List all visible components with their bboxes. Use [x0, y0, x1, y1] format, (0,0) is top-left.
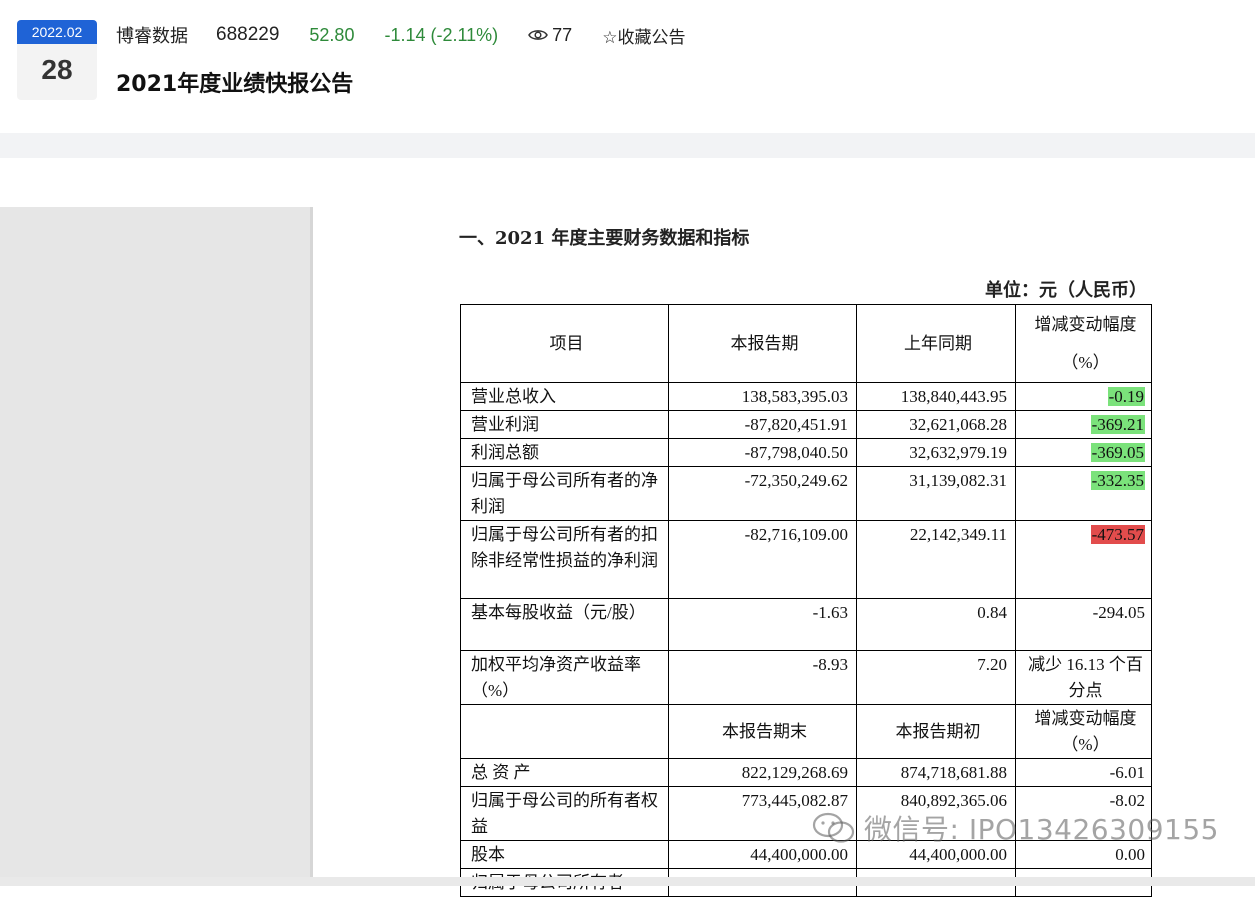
row-current-value: 138,583,395.03 — [668, 382, 857, 411]
table-row: 营业利润 -87,820,451.91 32,621,068.28 -369.21 — [460, 410, 1152, 439]
eye-icon — [528, 30, 549, 40]
row-item-label: 营业利润 — [460, 410, 669, 439]
row-change-cell: -369.05 — [1015, 438, 1152, 467]
watermark: 微信号: IPO13426309155 — [812, 808, 1219, 848]
row-item-label: 归属于母公司的所有者权益 — [460, 786, 669, 841]
row-current-value: -87,798,040.50 — [668, 438, 857, 467]
row-item-label: 加权平均净资产收益率（%） — [460, 650, 669, 705]
row-item-label: 股本 — [460, 840, 669, 869]
table-header-cell: 本报告期初 — [856, 704, 1016, 759]
row-change-value: 减少 16.13 个百分点 — [1028, 655, 1143, 700]
table-header-cell — [460, 704, 669, 759]
row-item-label: 归属于母公司所有者的净利润 — [460, 466, 669, 521]
row-prior-value: 32,621,068.28 — [856, 410, 1016, 439]
stock-price: 52.80 — [309, 24, 355, 45]
row-current-value: -72,350,249.62 — [668, 466, 857, 521]
watermark-text: 微信号: IPO13426309155 — [864, 813, 1219, 846]
row-prior-value: 0.84 — [856, 598, 1016, 651]
favorite-button[interactable]: ☆收藏公告 — [602, 23, 685, 48]
row-prior-value: 138,840,443.95 — [856, 382, 1016, 411]
row-prior-value: 7.20 — [856, 650, 1016, 705]
bottom-band — [0, 877, 1255, 886]
table-header-cell: 本报告期 — [668, 304, 857, 383]
table-header-row: 项目 本报告期 上年同期 增减变动幅度（%） — [460, 304, 1152, 383]
row-item-label: 总 资 产 — [460, 758, 669, 787]
price-change: -1.14 (-2.11%) — [384, 24, 499, 45]
stock-code[interactable]: 688229 — [216, 24, 279, 46]
table-row: 加权平均净资产收益率（%） -8.93 7.20 减少 16.13 个百分点 — [460, 650, 1152, 705]
date-badge: 2022.02 28 — [17, 20, 97, 100]
document-unit: 单位：元（人民币） — [985, 280, 1147, 301]
view-count: 77 — [528, 25, 572, 46]
table-header-cell: 本报告期末 — [668, 704, 857, 759]
row-change-value: -369.05 — [1090, 443, 1145, 462]
row-item-label: 基本每股收益（元/股） — [460, 598, 669, 651]
row-change-value: -294.05 — [1092, 603, 1145, 622]
row-prior-value: 874,718,681.88 — [856, 758, 1016, 787]
table-header-cell: 增减变动幅度（%） — [1015, 704, 1152, 759]
section-divider — [0, 133, 1255, 158]
row-change-cell: -0.19 — [1015, 382, 1152, 411]
stock-info-row: 博睿数据 688229 52.80 -1.14 (-2.11%) 77 ☆收藏公… — [116, 22, 715, 48]
date-day: 28 — [41, 54, 73, 85]
company-name[interactable]: 博睿数据 — [116, 22, 188, 48]
row-current-value: -1.63 — [668, 598, 857, 651]
row-change-value: -369.21 — [1090, 415, 1145, 434]
date-month: 2022.02 — [17, 20, 97, 44]
row-current-value: -8.93 — [668, 650, 857, 705]
table-row: 营业总收入 138,583,395.03 138,840,443.95 -0.19 — [460, 382, 1152, 411]
wechat-icon — [812, 812, 855, 843]
row-prior-value: 31,139,082.31 — [856, 466, 1016, 521]
row-change-value: -0.19 — [1107, 387, 1145, 406]
table-row: 基本每股收益（元/股） -1.63 0.84 -294.05 — [460, 598, 1152, 651]
page-title: 2021年度业绩快报公告 — [116, 72, 354, 97]
row-change-value: -473.57 — [1090, 525, 1145, 544]
table-header-cell: 上年同期 — [856, 304, 1016, 383]
row-item-label: 营业总收入 — [460, 382, 669, 411]
table-header-cell: 项目 — [460, 304, 669, 383]
row-current-value: 822,129,268.69 — [668, 758, 857, 787]
row-current-value: -82,716,109.00 — [668, 520, 857, 599]
table-row: 利润总额 -87,798,040.50 32,632,979.19 -369.05 — [460, 438, 1152, 467]
row-current-value: -87,820,451.91 — [668, 410, 857, 439]
row-item-label: 归属于母公司所有者的扣除非经常性损益的净利润 — [460, 520, 669, 599]
row-change-value: -6.01 — [1015, 758, 1152, 787]
row-prior-value: 32,632,979.19 — [856, 438, 1016, 467]
table-header-cell: 增减变动幅度（%） — [1015, 304, 1152, 383]
table-header-row: 本报告期末 本报告期初 增减变动幅度（%） — [460, 704, 1152, 759]
table-row: 归属于母公司所有者的扣除非经常性损益的净利润 -82,716,109.00 22,1… — [460, 520, 1152, 599]
view-count-value: 77 — [552, 24, 573, 45]
row-change-cell: 减少 16.13 个百分点 — [1015, 650, 1152, 705]
row-item-label: 利润总额 — [460, 438, 669, 467]
row-change-cell: -473.57 — [1015, 520, 1152, 599]
row-change-cell: -369.21 — [1015, 410, 1152, 439]
row-change-cell: -332.35 — [1015, 466, 1152, 521]
table-row: 总 资 产 822,129,268.69 874,718,681.88 -6.01 — [460, 758, 1152, 787]
row-prior-value: 22,142,349.11 — [856, 520, 1016, 599]
table-row: 归属于母公司所有者的净利润 -72,350,249.62 31,139,082.31… — [460, 466, 1152, 521]
document-heading: 一、2021 年度主要财务数据和指标 — [459, 228, 750, 249]
document-side-panel — [0, 207, 313, 877]
row-change-cell: -294.05 — [1015, 598, 1152, 651]
row-change-value: -332.35 — [1090, 471, 1145, 490]
